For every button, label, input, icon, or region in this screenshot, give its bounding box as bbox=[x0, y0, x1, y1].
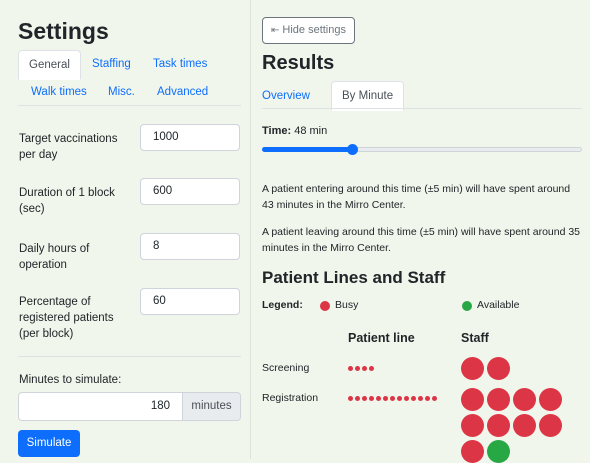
staff-busy-icon bbox=[461, 440, 484, 463]
screening-patient-line bbox=[348, 366, 374, 371]
time-label: Time: bbox=[262, 125, 292, 137]
staff-busy-icon bbox=[487, 357, 510, 380]
patient-dot-icon bbox=[362, 396, 367, 401]
staff-busy-icon bbox=[461, 414, 484, 437]
registration-label: Registration bbox=[262, 392, 319, 404]
tab-advanced[interactable]: Advanced bbox=[157, 86, 208, 98]
patient-dot-icon bbox=[432, 396, 437, 401]
results-panel: ⇤ Hide settings Results Overview By Minut… bbox=[251, 0, 590, 463]
entering-patient-text: A patient entering around this time (±5 … bbox=[262, 183, 571, 211]
busy-dot-icon bbox=[320, 301, 330, 311]
tabs-underline bbox=[18, 105, 241, 106]
slider-fill bbox=[262, 147, 352, 152]
patient-dot-icon bbox=[348, 396, 353, 401]
patient-dot-icon bbox=[376, 396, 381, 401]
staff-busy-icon bbox=[461, 388, 484, 411]
time-readout: Time: 48 min bbox=[262, 125, 327, 137]
patient-dot-icon bbox=[397, 396, 402, 401]
patient-dot-icon bbox=[369, 366, 374, 371]
simulate-button[interactable]: Simulate bbox=[18, 430, 80, 457]
registered-percentage-input[interactable]: 60 bbox=[140, 288, 240, 315]
screening-label: Screening bbox=[262, 362, 310, 374]
patient-dot-icon bbox=[383, 396, 388, 401]
settings-panel: Settings General Staffing Task times Wal… bbox=[0, 0, 250, 459]
available-dot-icon bbox=[462, 301, 472, 311]
staff-header: Staff bbox=[461, 331, 489, 345]
legend-busy-label: Busy bbox=[335, 299, 359, 311]
registration-patient-line bbox=[348, 396, 443, 401]
patient-dot-icon bbox=[390, 396, 395, 401]
slider-thumb[interactable] bbox=[346, 144, 358, 155]
daily-hours-label: Daily hours of operation bbox=[19, 243, 90, 271]
patient-dot-icon bbox=[425, 396, 430, 401]
patient-dot-icon bbox=[418, 396, 423, 401]
staff-busy-icon bbox=[539, 388, 562, 411]
staff-busy-icon bbox=[487, 414, 510, 437]
daily-hours-input[interactable]: 8 bbox=[140, 233, 240, 260]
staff-busy-icon bbox=[539, 414, 562, 437]
settings-divider bbox=[18, 356, 241, 357]
tab-by-minute[interactable]: By Minute bbox=[331, 81, 405, 111]
staff-available-icon bbox=[487, 440, 510, 463]
staff-busy-icon bbox=[513, 388, 536, 411]
target-vaccinations-input[interactable]: 1000 bbox=[140, 124, 240, 151]
tab-task-times[interactable]: Task times bbox=[153, 58, 207, 70]
time-slider[interactable] bbox=[262, 144, 582, 155]
staff-busy-icon bbox=[487, 388, 510, 411]
staff-busy-icon bbox=[513, 414, 536, 437]
patient-line-header: Patient line bbox=[348, 331, 415, 345]
time-value: 48 min bbox=[294, 125, 328, 137]
minutes-input-group: 180 minutes bbox=[18, 392, 241, 421]
patient-dot-icon bbox=[348, 366, 353, 371]
target-vaccinations-label: Target vaccinations per day bbox=[19, 133, 118, 161]
legend-available-label: Available bbox=[477, 299, 520, 311]
block-duration-label: Duration of 1 block (sec) bbox=[19, 187, 115, 215]
patient-dot-icon bbox=[404, 396, 409, 401]
patient-dot-icon bbox=[355, 366, 360, 371]
tab-misc[interactable]: Misc. bbox=[108, 86, 135, 98]
minutes-to-simulate-label: Minutes to simulate: bbox=[19, 374, 122, 386]
patient-dot-icon bbox=[362, 366, 367, 371]
tab-staffing[interactable]: Staffing bbox=[92, 58, 131, 70]
minutes-input[interactable]: 180 bbox=[18, 392, 183, 421]
leaving-patient-text: A patient leaving around this time (±5 m… bbox=[262, 226, 581, 254]
hide-settings-label: Hide settings bbox=[282, 24, 346, 36]
settings-title: Settings bbox=[18, 18, 109, 44]
hide-settings-button[interactable]: ⇤ Hide settings bbox=[262, 17, 355, 44]
minutes-unit-addon: minutes bbox=[183, 392, 241, 421]
legend-label: Legend: bbox=[262, 299, 303, 311]
results-tabs-underline bbox=[262, 108, 582, 109]
tab-general[interactable]: General bbox=[18, 50, 81, 80]
registration-staff bbox=[461, 388, 566, 463]
tab-overview[interactable]: Overview bbox=[262, 90, 310, 102]
tab-walk-times[interactable]: Walk times bbox=[31, 86, 87, 98]
results-title: Results bbox=[262, 52, 335, 74]
patient-dot-icon bbox=[411, 396, 416, 401]
patient-dot-icon bbox=[355, 396, 360, 401]
registered-percentage-label: Percentage of registered patients (per b… bbox=[19, 296, 114, 340]
staff-busy-icon bbox=[461, 357, 484, 380]
arrow-left-bar-icon: ⇤ bbox=[271, 25, 280, 36]
lines-staff-title: Patient Lines and Staff bbox=[262, 268, 446, 287]
patient-dot-icon bbox=[369, 396, 374, 401]
screening-staff bbox=[461, 357, 566, 380]
block-duration-input[interactable]: 600 bbox=[140, 178, 240, 205]
